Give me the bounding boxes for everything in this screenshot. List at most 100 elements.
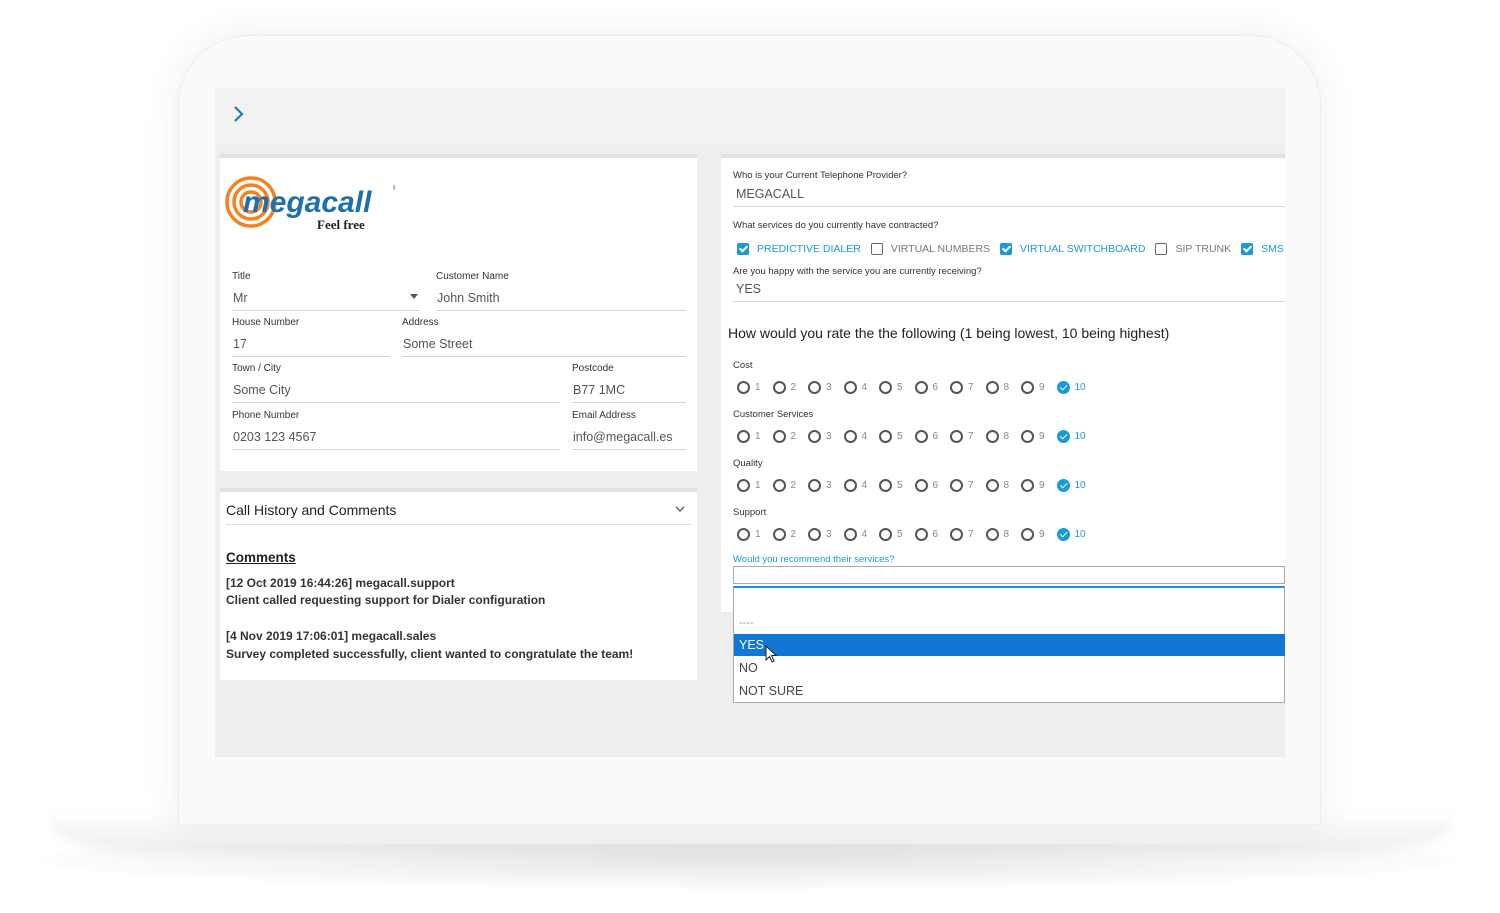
radio-unchecked-icon[interactable] <box>843 478 857 492</box>
radio-unchecked-icon[interactable] <box>808 380 821 394</box>
address-input[interactable]: Some Street <box>402 335 686 357</box>
rating-option[interactable]: 10 <box>1056 527 1093 541</box>
dropdown-arrow-icon[interactable] <box>410 294 418 299</box>
rating-option[interactable]: 3 <box>808 380 844 394</box>
rating-option[interactable]: 3 <box>808 527 844 541</box>
radio-unchecked-icon[interactable] <box>914 527 928 541</box>
customer-name-input[interactable]: John Smith <box>436 289 686 311</box>
rating-option[interactable]: 6 <box>914 478 951 492</box>
rating-option[interactable]: 1 <box>737 380 773 394</box>
postcode-field[interactable]: Postcode B77 1MC <box>572 362 686 403</box>
title-select[interactable]: Mr <box>232 289 420 311</box>
rating-option[interactable]: 4 <box>843 527 880 541</box>
rating-option[interactable]: 10 <box>1056 429 1093 443</box>
radio-unchecked-icon[interactable] <box>879 527 892 541</box>
rating-option[interactable]: 2 <box>772 429 809 443</box>
radio-unchecked-icon[interactable] <box>1021 380 1034 394</box>
town-input[interactable]: Some City <box>232 381 560 403</box>
rating-option[interactable]: 6 <box>914 380 951 394</box>
radio-unchecked-icon[interactable] <box>843 429 857 443</box>
radio-unchecked-icon[interactable] <box>1021 478 1034 492</box>
checkbox-unchecked-icon[interactable] <box>1155 243 1168 255</box>
radio-unchecked-icon[interactable] <box>985 527 999 541</box>
checkbox-checked-icon[interactable] <box>1241 243 1254 255</box>
rating-option[interactable]: 10 <box>1056 478 1093 492</box>
rating-option[interactable]: 4 <box>843 478 880 492</box>
radio-unchecked-icon[interactable] <box>772 429 786 443</box>
radio-unchecked-icon[interactable] <box>808 527 821 541</box>
radio-unchecked-icon[interactable] <box>879 380 892 394</box>
radio-checked-icon[interactable] <box>1056 478 1070 492</box>
radio-unchecked-icon[interactable] <box>1021 429 1034 443</box>
rating-option[interactable]: 2 <box>772 527 809 541</box>
service-checkbox-sip-trunk[interactable]: SIP TRUNK <box>1155 243 1231 255</box>
checkbox-checked-icon[interactable] <box>737 243 749 255</box>
provider-input[interactable]: MEGACALL <box>733 185 1285 207</box>
checkbox-checked-icon[interactable] <box>1000 243 1013 255</box>
rating-option[interactable]: 10 <box>1056 380 1093 394</box>
rating-option[interactable]: 2 <box>772 380 809 394</box>
rating-option[interactable]: 4 <box>843 380 880 394</box>
rating-option[interactable]: 9 <box>1021 380 1057 394</box>
radio-unchecked-icon[interactable] <box>737 429 750 443</box>
radio-unchecked-icon[interactable] <box>950 478 963 492</box>
phone-input[interactable]: 0203 123 4567 <box>232 428 560 450</box>
rating-option[interactable]: 7 <box>950 380 986 394</box>
radio-checked-icon[interactable] <box>1056 527 1070 541</box>
rating-option[interactable]: 5 <box>879 429 915 443</box>
radio-unchecked-icon[interactable] <box>772 380 786 394</box>
radio-unchecked-icon[interactable] <box>808 429 821 443</box>
rating-option[interactable]: 1 <box>737 429 773 443</box>
customer-name-field[interactable]: Customer Name John Smith <box>436 270 686 311</box>
dropdown-option[interactable]: ---- <box>734 612 1285 634</box>
rating-option[interactable]: 3 <box>808 478 844 492</box>
radio-unchecked-icon[interactable] <box>879 429 892 443</box>
radio-unchecked-icon[interactable] <box>950 527 963 541</box>
rating-option[interactable]: 6 <box>914 429 951 443</box>
radio-unchecked-icon[interactable] <box>985 380 999 394</box>
radio-unchecked-icon[interactable] <box>843 380 857 394</box>
radio-unchecked-icon[interactable] <box>843 527 857 541</box>
radio-unchecked-icon[interactable] <box>772 478 786 492</box>
radio-unchecked-icon[interactable] <box>950 380 963 394</box>
rating-option[interactable]: 9 <box>1021 478 1057 492</box>
postcode-input[interactable]: B77 1MC <box>572 381 686 403</box>
rating-option[interactable]: 1 <box>737 527 773 541</box>
rating-option[interactable]: 7 <box>950 527 986 541</box>
phone-field[interactable]: Phone Number 0203 123 4567 <box>232 409 560 450</box>
checkbox-unchecked-icon[interactable] <box>870 243 883 255</box>
town-field[interactable]: Town / City Some City <box>232 362 560 403</box>
service-checkbox-predictive-dialer[interactable]: PREDICTIVE DIALER <box>737 243 861 255</box>
rating-option[interactable]: 3 <box>808 429 844 443</box>
rating-option[interactable]: 8 <box>985 527 1022 541</box>
radio-checked-icon[interactable] <box>1056 380 1070 394</box>
radio-unchecked-icon[interactable] <box>914 478 928 492</box>
rating-option[interactable]: 4 <box>843 429 880 443</box>
radio-unchecked-icon[interactable] <box>985 478 999 492</box>
radio-unchecked-icon[interactable] <box>1021 527 1034 541</box>
radio-unchecked-icon[interactable] <box>737 380 750 394</box>
rating-option[interactable]: 8 <box>985 429 1022 443</box>
rating-option[interactable]: 7 <box>950 478 986 492</box>
rating-option[interactable]: 8 <box>985 380 1022 394</box>
service-checkbox-virtual-switchboard[interactable]: VIRTUAL SWITCHBOARD <box>1000 243 1145 255</box>
radio-unchecked-icon[interactable] <box>879 478 892 492</box>
service-checkbox-sms[interactable]: SMS <box>1241 243 1284 255</box>
radio-unchecked-icon[interactable] <box>914 429 928 443</box>
radio-unchecked-icon[interactable] <box>914 380 928 394</box>
service-checkbox-virtual-numbers[interactable]: VIRTUAL NUMBERS <box>870 243 990 255</box>
rating-option[interactable]: 5 <box>879 478 915 492</box>
dropdown-option[interactable]: NOT SURE <box>734 680 1285 702</box>
dropdown-option[interactable]: NO <box>734 657 1285 679</box>
rating-option[interactable]: 8 <box>985 478 1022 492</box>
radio-unchecked-icon[interactable] <box>772 527 786 541</box>
address-field[interactable]: Address Some Street <box>402 316 686 357</box>
recommend-select[interactable] <box>733 566 1285 584</box>
rating-option[interactable]: 9 <box>1021 429 1057 443</box>
email-field[interactable]: Email Address info@megacall.es <box>572 409 686 450</box>
radio-checked-icon[interactable] <box>1056 429 1070 443</box>
radio-unchecked-icon[interactable] <box>737 527 750 541</box>
happy-select[interactable]: YES <box>733 280 1285 302</box>
collapse-chevron-icon[interactable] <box>675 505 685 513</box>
house-number-field[interactable]: House Number 17 <box>232 316 390 357</box>
